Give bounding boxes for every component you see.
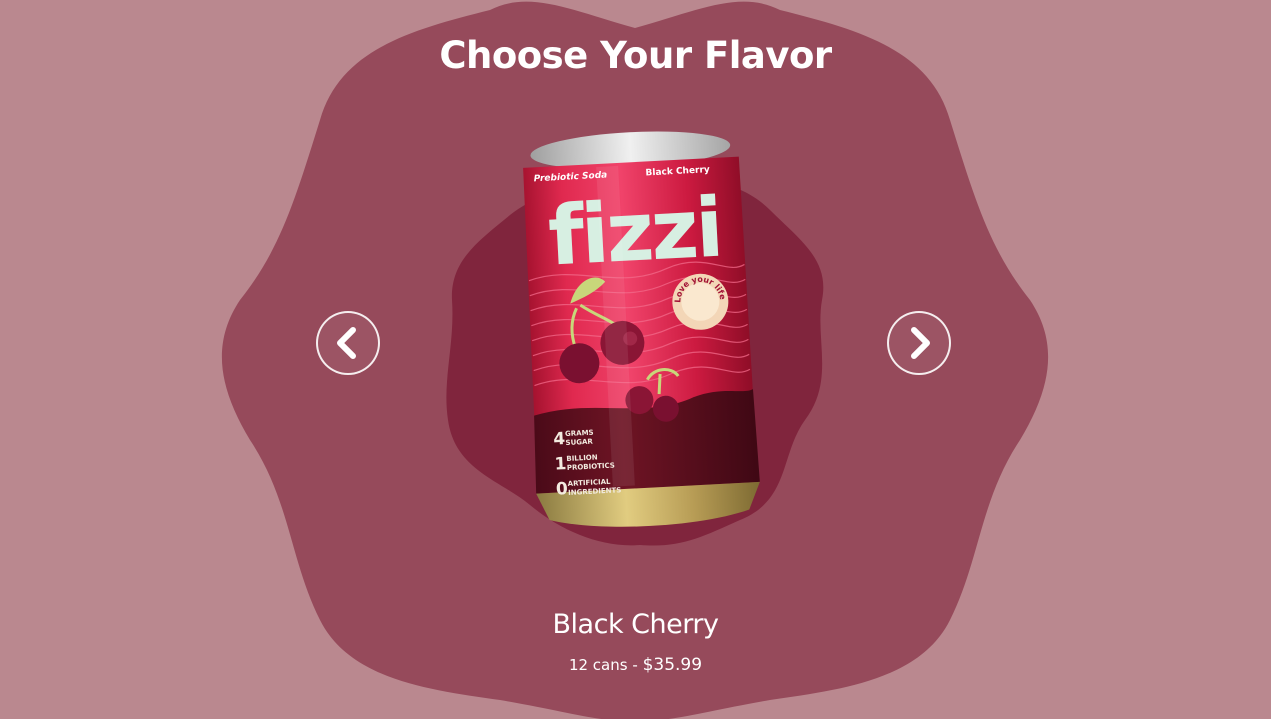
can-stat-line2-1: SUGAR bbox=[565, 438, 593, 447]
page-title: Choose Your Flavor bbox=[439, 34, 832, 77]
flavor-quantity: 12 cans bbox=[568, 656, 628, 674]
can-stat-line1-1: GRAMS bbox=[565, 429, 594, 438]
flavor-price-line: 12 cans - $35.99 bbox=[0, 655, 1271, 675]
can-stat-num-3: 0 bbox=[555, 479, 568, 500]
next-flavor-button[interactable] bbox=[887, 311, 951, 375]
flavor-price: $35.99 bbox=[642, 655, 703, 675]
can-stat-num-1: 4 bbox=[553, 429, 566, 450]
flavor-carousel-section: Choose Your Flavor Prebiotic Soda Black … bbox=[0, 0, 1271, 719]
previous-flavor-button[interactable] bbox=[316, 311, 380, 375]
can-stat-line1-2: BILLION bbox=[566, 453, 598, 463]
soda-can-image: Prebiotic Soda Black Cherry fizzi Love y… bbox=[523, 131, 760, 527]
chevron-right-icon bbox=[911, 327, 930, 359]
can-brand-logo: fizzi bbox=[546, 181, 723, 285]
flavor-name: Black Cherry bbox=[552, 609, 719, 640]
chevron-left-icon bbox=[337, 327, 356, 359]
price-separator: - bbox=[632, 656, 638, 674]
can-stat-num-2: 1 bbox=[554, 454, 567, 475]
